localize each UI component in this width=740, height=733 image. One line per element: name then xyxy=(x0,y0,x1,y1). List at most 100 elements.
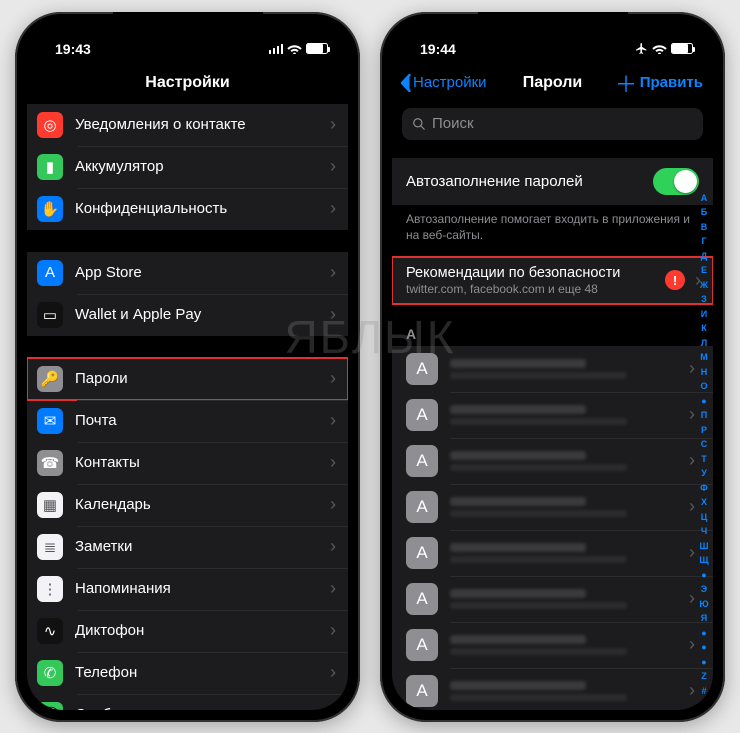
index-letter[interactable]: ● xyxy=(697,397,711,406)
password-entry[interactable]: A› xyxy=(392,392,713,438)
page-title: Настройки xyxy=(145,74,229,92)
index-letter[interactable]: ● xyxy=(697,629,711,638)
index-letter[interactable]: ● xyxy=(697,571,711,580)
index-letter[interactable]: О xyxy=(697,382,711,391)
index-letter[interactable]: В xyxy=(697,223,711,232)
index-letter[interactable]: Д xyxy=(697,252,711,261)
settings-list[interactable]: ◎Уведомления о контакте›▮Аккумулятор›✋Ко… xyxy=(27,102,348,710)
row-label: Уведомления о контакте xyxy=(75,116,318,133)
back-button[interactable]: Настройки xyxy=(400,64,487,102)
index-letter[interactable]: Ш xyxy=(697,542,711,551)
index-letter[interactable]: П xyxy=(697,411,711,420)
passwords-icon: 🔑 xyxy=(37,366,63,392)
settings-row-voicememo[interactable]: ∿Диктофон› xyxy=(27,610,348,652)
settings-row-notes[interactable]: ≣Заметки› xyxy=(27,526,348,568)
notch xyxy=(478,12,628,36)
index-letter[interactable]: С xyxy=(697,440,711,449)
settings-row-calendar[interactable]: ▦Календарь› xyxy=(27,484,348,526)
nav-bar: Настройки xyxy=(27,64,348,102)
settings-row-reminders[interactable]: ⋮Напоминания› xyxy=(27,568,348,610)
index-letter[interactable]: Ж xyxy=(697,281,711,290)
phone-icon: ✆ xyxy=(37,660,63,686)
edit-button[interactable]: Править xyxy=(640,64,703,102)
index-letter[interactable]: Ю xyxy=(697,600,711,609)
index-letter[interactable]: Т xyxy=(697,455,711,464)
index-letter[interactable]: Щ xyxy=(697,556,711,565)
password-entry[interactable]: A› xyxy=(392,668,713,710)
password-entry[interactable]: A› xyxy=(392,622,713,668)
index-letter[interactable]: Г xyxy=(697,237,711,246)
chevron-right-icon: › xyxy=(330,156,336,177)
settings-row-contact-notifications[interactable]: ◎Уведомления о контакте› xyxy=(27,104,348,146)
chevron-right-icon: › xyxy=(689,588,695,609)
index-letter[interactable]: И xyxy=(697,310,711,319)
nav-bar: Настройки Пароли ＋ Править xyxy=(392,64,713,102)
row-label: Wallet и Apple Pay xyxy=(75,306,318,323)
index-letter[interactable]: Э xyxy=(697,585,711,594)
index-letter[interactable]: А xyxy=(697,194,711,203)
password-entry[interactable]: A› xyxy=(392,346,713,392)
notch xyxy=(113,12,263,36)
index-letter[interactable]: ● xyxy=(697,643,711,652)
settings-row-battery[interactable]: ▮Аккумулятор› xyxy=(27,146,348,188)
notes-icon: ≣ xyxy=(37,534,63,560)
index-letter[interactable]: Х xyxy=(697,498,711,507)
search-input[interactable]: Поиск xyxy=(402,108,703,140)
password-entry[interactable]: A› xyxy=(392,576,713,622)
voicememo-icon: ∿ xyxy=(37,618,63,644)
index-letter[interactable]: Ч xyxy=(697,527,711,536)
password-entry[interactable]: A› xyxy=(392,484,713,530)
password-entry[interactable]: A› xyxy=(392,438,713,484)
password-list[interactable]: A›A›A›A›A›A›A›A›A› xyxy=(392,346,713,710)
chevron-right-icon: › xyxy=(330,452,336,473)
index-letter[interactable]: Е xyxy=(697,266,711,275)
settings-row-passwords[interactable]: 🔑Пароли› xyxy=(27,358,348,400)
section-index[interactable]: АБВГДЕЖЗИКЛМНО ● ПРСТУФХЦЧШЩ ● ЭЮЯ ● ● ● Z # xyxy=(697,194,711,696)
index-letter[interactable]: У xyxy=(697,469,711,478)
index-letter[interactable]: Н xyxy=(697,368,711,377)
index-letter[interactable]: Z xyxy=(697,672,711,681)
index-letter[interactable]: К xyxy=(697,324,711,333)
settings-row-wallet[interactable]: ▭Wallet и Apple Pay› xyxy=(27,294,348,336)
chevron-right-icon: › xyxy=(689,634,695,655)
chevron-right-icon: › xyxy=(689,496,695,517)
index-letter[interactable]: М xyxy=(697,353,711,362)
index-letter[interactable]: ● xyxy=(697,658,711,667)
chevron-right-icon: › xyxy=(330,262,336,283)
settings-row-mail[interactable]: ✉Почта› xyxy=(27,400,348,442)
chevron-left-icon xyxy=(400,74,411,92)
chevron-right-icon: › xyxy=(330,198,336,219)
index-letter[interactable]: Л xyxy=(697,339,711,348)
settings-row-appstore[interactable]: AApp Store› xyxy=(27,252,348,294)
index-letter[interactable]: Р xyxy=(697,426,711,435)
autofill-row[interactable]: Автозаполнение паролей xyxy=(392,158,713,205)
row-label: Почта xyxy=(75,412,318,429)
row-label: Календарь xyxy=(75,496,318,513)
wifi-icon xyxy=(652,43,667,54)
alert-icon: ! xyxy=(665,270,685,290)
chevron-right-icon: › xyxy=(330,494,336,515)
search-icon xyxy=(412,117,426,131)
add-button[interactable]: ＋ xyxy=(615,64,637,102)
phone-right: 19:44 Настройки Пароли ＋ Править Поиск xyxy=(380,12,725,722)
autofill-label: Автозаполнение паролей xyxy=(406,173,583,190)
index-letter[interactable]: Я xyxy=(697,614,711,623)
index-letter[interactable]: Ц xyxy=(697,513,711,522)
security-recommendations-row[interactable]: Рекомендации по безопасности twitter.com… xyxy=(392,257,713,304)
settings-row-phone[interactable]: ✆Телефон› xyxy=(27,652,348,694)
row-label: Сообщения xyxy=(75,706,318,710)
index-letter[interactable]: З xyxy=(697,295,711,304)
index-letter[interactable]: # xyxy=(697,687,711,696)
autofill-switch[interactable] xyxy=(653,168,699,195)
chevron-right-icon: › xyxy=(689,404,695,425)
autofill-note: Автозаполнение помогает входить в прилож… xyxy=(392,205,713,257)
index-letter[interactable]: Ф xyxy=(697,484,711,493)
settings-row-privacy[interactable]: ✋Конфиденциальность› xyxy=(27,188,348,230)
password-entry[interactable]: A› xyxy=(392,530,713,576)
index-letter[interactable]: Б xyxy=(697,208,711,217)
site-initial-icon: A xyxy=(406,491,438,523)
settings-row-contacts[interactable]: ☎Контакты› xyxy=(27,442,348,484)
row-label: Диктофон xyxy=(75,622,318,639)
settings-row-messages[interactable]: 💬Сообщения› xyxy=(27,694,348,710)
row-label: Телефон xyxy=(75,664,318,681)
